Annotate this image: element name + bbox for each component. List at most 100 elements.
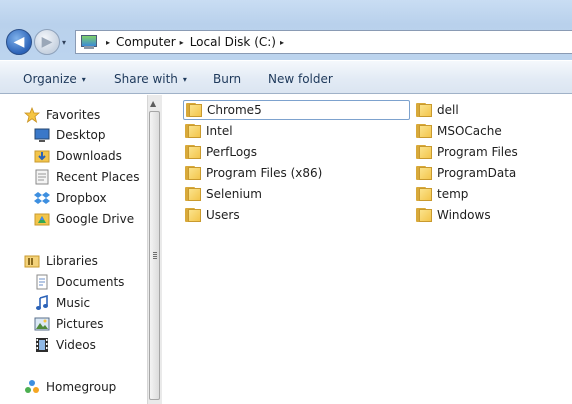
file-name: Windows [437,208,491,222]
nav-item-google-drive[interactable]: Google Drive [34,209,134,229]
folder-icon [416,103,432,117]
libraries-icon [24,253,40,269]
scroll-up-arrow-icon[interactable]: ▲ [150,99,156,108]
folder-icon [185,124,201,138]
list-item[interactable]: temp [416,184,468,204]
nav-item-label: Google Drive [56,212,135,226]
share-with-label: Share with [114,72,178,86]
file-name: Selenium [206,187,262,201]
grip-icon [153,252,157,259]
nav-item-label: Recent Places [56,170,140,184]
nav-item-downloads[interactable]: Downloads [34,146,122,166]
folder-icon [416,166,432,180]
file-name: Program Files [437,145,518,159]
nav-item-dropbox[interactable]: Dropbox [34,188,107,208]
list-item[interactable]: Program Files (x86) [185,163,322,183]
navigation-pane: Favorites Desktop Downloads Recent Place… [0,95,147,404]
burn-button[interactable]: Burn [213,72,241,86]
nav-item-label: Videos [56,338,96,352]
nav-favorites[interactable]: Favorites [23,105,101,125]
folder-icon [185,208,201,222]
file-name: Users [206,208,240,222]
nav-item-recent-places[interactable]: Recent Places [34,167,139,187]
breadcrumb-separator[interactable]: ▸ [106,38,110,47]
nav-item-label: Downloads [56,149,122,163]
breadcrumb-computer[interactable]: Computer [116,35,176,49]
nav-item-label: Dropbox [56,191,107,205]
star-icon [23,106,41,123]
documents-icon [34,274,50,290]
nav-item-videos[interactable]: Videos [34,335,96,355]
list-item[interactable]: Windows [416,205,491,225]
window-header: ◀ ▶ ▾ ▸ Computer ▸ Local Disk (C:) ▸ [0,0,572,60]
list-item[interactable]: PerfLogs [185,142,257,162]
file-name: Program Files (x86) [206,166,323,180]
nav-libraries[interactable]: Libraries [24,251,98,271]
breadcrumb-separator[interactable]: ▸ [280,38,284,47]
file-name: Intel [206,124,233,138]
breadcrumb-separator[interactable]: ▸ [180,38,184,47]
scrollbar-thumb[interactable] [149,111,160,400]
list-item[interactable]: Users [185,205,240,225]
folder-icon [416,145,432,159]
navigation-scrollbar[interactable]: ▲ [147,95,162,404]
file-list: Chrome5 Intel PerfLogs Program Files (x8… [163,95,572,404]
file-name: PerfLogs [206,145,258,159]
file-name: ProgramData [437,166,517,180]
folder-icon [185,187,201,201]
back-arrow-icon: ◀ [13,34,25,50]
address-bar[interactable]: ▸ Computer ▸ Local Disk (C:) ▸ [75,30,572,54]
list-item[interactable]: ProgramData [416,163,516,183]
recent-places-icon [34,169,50,185]
breadcrumb-local-disk[interactable]: Local Disk (C:) [190,35,276,49]
nav-item-desktop[interactable]: Desktop [34,125,106,145]
new-folder-button[interactable]: New folder [268,72,333,86]
list-item[interactable]: Selenium [185,184,262,204]
list-item[interactable]: dell [416,100,459,120]
organize-label: Organize [23,72,77,86]
music-icon [34,294,50,311]
file-name: dell [437,103,459,117]
share-with-button[interactable]: Share with ▾ [114,72,187,86]
homegroup-icon [24,379,40,395]
forward-arrow-icon: ▶ [41,34,53,50]
organize-button[interactable]: Organize ▾ [23,72,86,86]
folder-icon [186,103,202,117]
nav-libraries-label: Libraries [46,254,98,268]
chevron-down-icon: ▾ [182,75,187,84]
nav-favorites-label: Favorites [46,108,101,122]
folder-icon [416,187,432,201]
nav-item-label: Documents [56,275,125,289]
back-button[interactable]: ◀ [6,29,32,55]
nav-homegroup[interactable]: Homegroup [24,377,116,397]
folder-icon [416,124,432,138]
folder-icon [416,208,432,222]
list-item[interactable]: Program Files [416,142,518,162]
file-name: Chrome5 [207,103,262,117]
file-name: MSOCache [437,124,502,138]
forward-button[interactable]: ▶ [34,29,60,55]
command-bar: Organize ▾ Share with ▾ Burn New folder [0,60,572,94]
nav-item-music[interactable]: Music [34,293,90,313]
downloads-folder-icon [34,148,50,164]
nav-item-label: Desktop [56,128,106,142]
recent-pages-button[interactable]: ▾ [62,38,66,47]
nav-item-label: Pictures [56,317,104,331]
list-item[interactable]: MSOCache [416,121,502,141]
list-item[interactable]: Chrome5 [183,100,410,120]
nav-homegroup-label: Homegroup [46,380,117,394]
videos-icon [34,337,50,353]
pictures-icon [34,316,50,332]
nav-item-documents[interactable]: Documents [34,272,124,292]
nav-item-label: Music [56,296,91,310]
file-name: temp [437,187,469,201]
list-item[interactable]: Intel [185,121,233,141]
chevron-down-icon: ▾ [81,75,86,84]
computer-icon [80,34,98,50]
google-drive-icon [34,211,50,227]
folder-icon [185,145,201,159]
desktop-icon [34,127,50,143]
dropbox-icon [34,190,50,206]
folder-icon [185,166,201,180]
nav-item-pictures[interactable]: Pictures [34,314,104,334]
